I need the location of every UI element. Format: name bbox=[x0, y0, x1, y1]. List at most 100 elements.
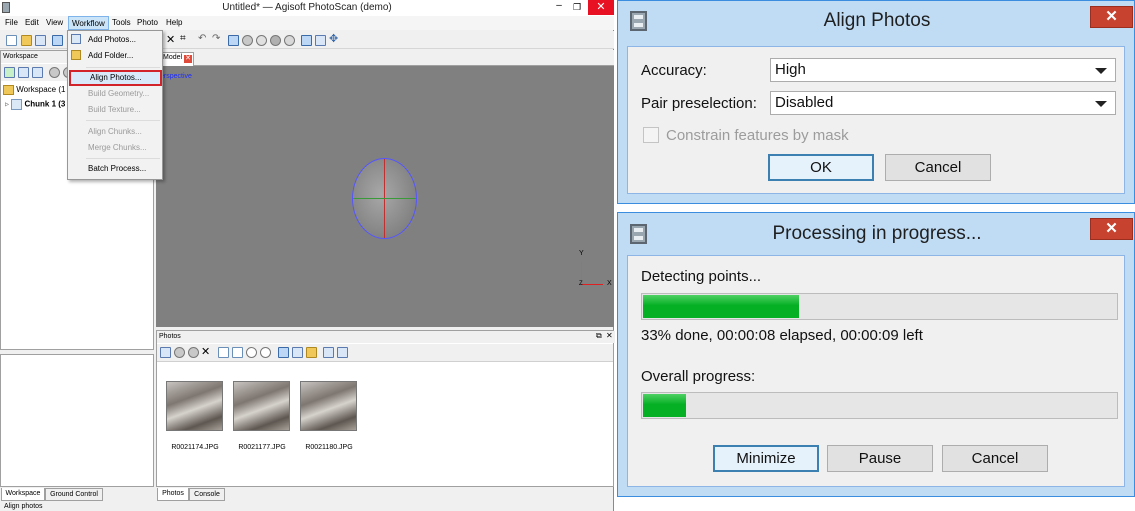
ok-button[interactable]: OK bbox=[768, 154, 874, 181]
menu-item-merge-chunks[interactable]: Merge Chunks... bbox=[69, 140, 162, 156]
menu-item-align-photos[interactable]: Align Photos... bbox=[69, 70, 162, 86]
menu-item-add-folder[interactable]: Add Folder... bbox=[69, 48, 162, 64]
constrain-checkbox[interactable] bbox=[643, 127, 659, 143]
close-panel-icon[interactable]: ✕ bbox=[606, 331, 613, 340]
menu-edit[interactable]: Edit bbox=[25, 18, 39, 27]
title-bar: Untitled* — Agisoft PhotoScan (demo) – ❐… bbox=[0, 0, 614, 16]
photo-thumbnail[interactable] bbox=[233, 381, 290, 431]
chunk-item[interactable]: ▹ Chunk 1 (3 c bbox=[5, 99, 72, 110]
cancel-button[interactable]: Cancel bbox=[885, 154, 991, 181]
add-chunk-icon[interactable] bbox=[4, 67, 15, 78]
menu-photo[interactable]: Photo bbox=[137, 18, 158, 27]
add-photo-icon[interactable] bbox=[160, 347, 171, 358]
model-tab-strip: Model ✕ bbox=[156, 50, 614, 66]
show-region-icon[interactable] bbox=[315, 35, 326, 46]
disable-camera-icon[interactable] bbox=[188, 347, 199, 358]
stage-progress-fill bbox=[643, 295, 799, 318]
move-view-icon[interactable]: ✥ bbox=[329, 32, 338, 45]
menu-tools[interactable]: Tools bbox=[112, 18, 131, 27]
minimize-button[interactable]: Minimize bbox=[713, 445, 819, 472]
textured-model-icon[interactable] bbox=[270, 35, 281, 46]
photo-thumbnail[interactable] bbox=[300, 381, 357, 431]
menu-workflow[interactable]: Workflow bbox=[68, 16, 109, 30]
tab-workspace[interactable]: Workspace bbox=[1, 488, 45, 501]
projection-label: erspective bbox=[160, 73, 192, 80]
reset-filter-icon[interactable] bbox=[337, 347, 348, 358]
status-bar: Align photos bbox=[4, 503, 43, 510]
new-project-icon[interactable] bbox=[6, 35, 17, 46]
tab-ground-control[interactable]: Ground Control bbox=[45, 488, 103, 501]
menu-file[interactable]: File bbox=[5, 18, 18, 27]
progress-status-text: 33% done, 00:00:08 elapsed, 00:00:09 lef… bbox=[641, 327, 923, 344]
minimize-window-button[interactable]: – bbox=[552, 0, 566, 14]
remove-camera-icon[interactable]: ✕ bbox=[201, 345, 210, 358]
show-cameras-icon[interactable] bbox=[301, 35, 312, 46]
large-icons-view-icon[interactable] bbox=[278, 347, 289, 358]
reference-panel bbox=[0, 354, 154, 487]
close-tab-icon[interactable]: ✕ bbox=[184, 55, 192, 63]
resize-region-icon[interactable]: ⌗ bbox=[180, 33, 186, 44]
processing-dialog-close-button[interactable]: ✕ bbox=[1090, 218, 1133, 240]
tab-model[interactable]: Model ✕ bbox=[158, 52, 194, 66]
menu-item-build-geometry[interactable]: Build Geometry... bbox=[69, 86, 162, 102]
photoscan-window: Untitled* — Agisoft PhotoScan (demo) – ❐… bbox=[0, 0, 615, 511]
menu-item-batch-process[interactable]: Batch Process... bbox=[69, 161, 162, 177]
undo-icon[interactable]: ↶ bbox=[198, 33, 206, 44]
pause-button[interactable]: Pause bbox=[827, 445, 933, 472]
cancel-processing-button[interactable]: Cancel bbox=[942, 445, 1048, 472]
expand-arrow-icon[interactable]: ▹ bbox=[5, 100, 9, 109]
rotate-left-icon[interactable] bbox=[218, 347, 229, 358]
pair-preselection-label: Pair preselection: bbox=[641, 95, 757, 112]
chevron-down-icon bbox=[1095, 68, 1107, 74]
close-window-button[interactable]: ✕ bbox=[588, 0, 614, 15]
constrain-label: Constrain features by mask bbox=[666, 127, 849, 144]
float-panel-icon[interactable]: ⧉ bbox=[596, 331, 602, 341]
pair-preselection-value: Disabled bbox=[775, 94, 834, 111]
crop-tool-icon[interactable]: ✕ bbox=[166, 33, 175, 46]
accuracy-select[interactable]: High bbox=[770, 58, 1116, 82]
photos-panel-title: Photos bbox=[157, 331, 615, 343]
pair-preselection-select[interactable]: Disabled bbox=[770, 91, 1116, 115]
align-dialog-close-button[interactable]: ✕ bbox=[1090, 6, 1133, 28]
restore-window-button[interactable]: ❐ bbox=[570, 0, 584, 14]
tab-console[interactable]: Console bbox=[189, 488, 225, 501]
redo-icon[interactable]: ↷ bbox=[212, 33, 220, 44]
filter-photos-icon[interactable] bbox=[323, 347, 334, 358]
menu-item-add-photos[interactable]: Add Photos... bbox=[69, 32, 162, 48]
enable-camera-icon[interactable] bbox=[174, 347, 185, 358]
menu-separator bbox=[86, 120, 160, 121]
align-dialog-body: Accuracy: High Pair preselection: Disabl… bbox=[627, 46, 1125, 194]
photo-filename: R0021174.JPG bbox=[171, 444, 219, 451]
rotate-right-icon[interactable] bbox=[232, 347, 243, 358]
menu-help[interactable]: Help bbox=[166, 18, 182, 27]
menu-separator bbox=[86, 158, 160, 159]
stage-label: Detecting points... bbox=[641, 268, 762, 285]
window-title: Untitled* — Agisoft PhotoScan (demo) bbox=[222, 2, 392, 13]
add-photos-icon[interactable] bbox=[18, 67, 29, 78]
zoom-out-icon[interactable] bbox=[260, 347, 271, 358]
shaded-model-icon[interactable] bbox=[284, 35, 295, 46]
zoom-in-icon[interactable] bbox=[246, 347, 257, 358]
solid-model-icon[interactable] bbox=[242, 35, 253, 46]
workflow-menu: Add Photos... Add Folder... Align Photos… bbox=[67, 30, 163, 180]
menu-bar: File Edit View Workflow Tools Photo Help bbox=[0, 16, 614, 30]
save-project-icon[interactable] bbox=[35, 35, 46, 46]
photo-thumbnail[interactable] bbox=[166, 381, 223, 431]
menu-item-align-chunks[interactable]: Align Chunks... bbox=[69, 124, 162, 140]
open-project-icon[interactable] bbox=[21, 35, 32, 46]
workspace-root[interactable]: Workspace (1 ch bbox=[3, 85, 76, 95]
edit-mask-icon[interactable] bbox=[306, 347, 317, 358]
trackball[interactable] bbox=[352, 158, 417, 239]
processing-dialog: Processing in progress... ✕ Detecting po… bbox=[617, 212, 1135, 497]
point-cloud-icon[interactable] bbox=[228, 35, 239, 46]
tab-photos[interactable]: Photos bbox=[157, 488, 189, 501]
wireframe-icon[interactable] bbox=[256, 35, 267, 46]
enable-icon[interactable] bbox=[49, 67, 60, 78]
add-folder-icon[interactable] bbox=[32, 67, 43, 78]
menu-separator bbox=[86, 67, 160, 68]
model-viewport[interactable]: erspective Y X Z bbox=[156, 66, 614, 327]
menu-view[interactable]: View bbox=[46, 18, 63, 27]
details-view-icon[interactable] bbox=[292, 347, 303, 358]
navigation-tool-icon[interactable] bbox=[52, 35, 63, 46]
menu-item-build-texture[interactable]: Build Texture... bbox=[69, 102, 162, 118]
